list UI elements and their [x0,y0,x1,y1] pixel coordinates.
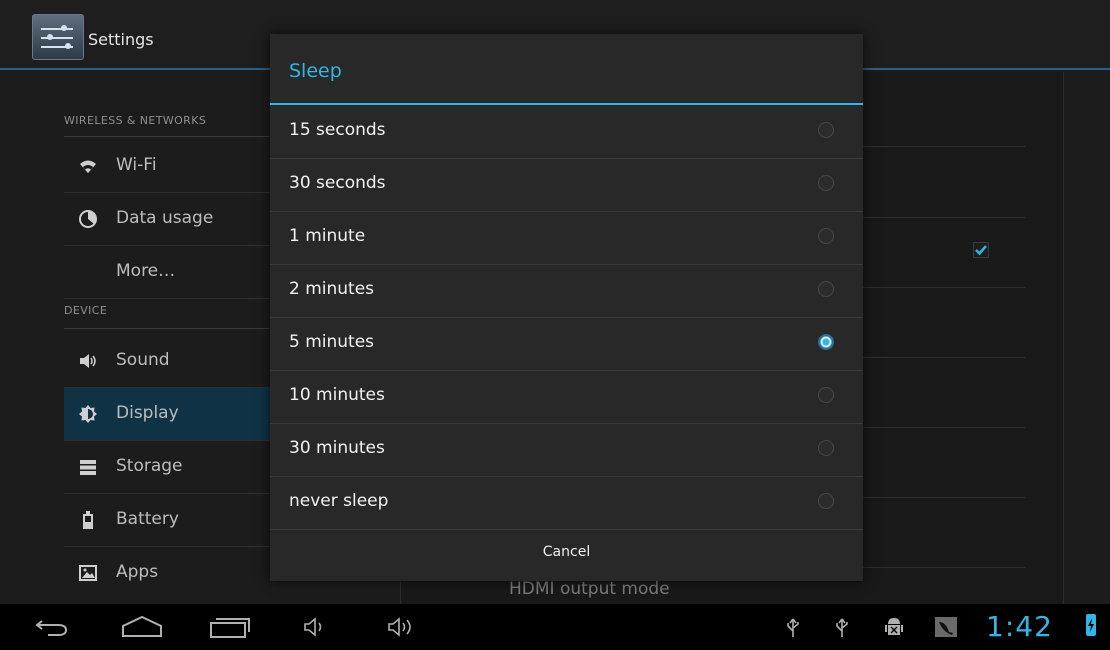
volume-up-icon[interactable] [386,615,422,643]
checkbox-checked[interactable] [973,242,989,258]
home-icon[interactable] [120,614,164,644]
sleep-option-1-minute[interactable]: 1 minute [270,211,863,265]
dialog-title: Sleep [289,60,342,82]
data-usage-icon [78,209,98,229]
option-label: 1 minute [289,226,366,246]
option-label: 5 minutes [289,332,375,352]
radio-button[interactable] [818,281,834,297]
hdmi-output-mode-item[interactable]: HDMI output mode [509,579,670,599]
android-debug-icon [884,615,904,643]
sidebar-item-label: Sound [116,350,170,370]
radio-button[interactable] [818,122,834,138]
sidebar-item-label: Wi-Fi [116,155,157,175]
back-icon[interactable] [34,615,70,643]
recent-apps-icon[interactable] [208,614,252,644]
settings-screen: Settings WIRELESS & NETWORKS Wi-Fi Data … [0,0,1110,650]
sleep-option-15-seconds[interactable]: 15 seconds [270,105,863,159]
app-title: Settings [88,30,154,49]
clock: 1:42 [986,610,1053,643]
radio-button[interactable] [818,228,834,244]
radio-button[interactable] [818,440,834,456]
sidebar-item-label: Apps [116,562,159,582]
sidebar-item-label: More… [116,261,176,281]
sidebar-item-label: Display [116,403,179,423]
option-label: 30 seconds [289,173,386,193]
display-brightness-icon [78,404,98,424]
sleep-option-10-minutes[interactable]: 10 minutes [270,370,863,424]
wifi-icon [78,156,98,176]
system-bar: 1:42 [0,604,1110,650]
sleep-option-30-minutes[interactable]: 30 minutes [270,423,863,477]
battery-icon [78,510,98,530]
sidebar-item-label: Battery [116,509,179,529]
option-label: 15 seconds [289,120,386,140]
sidebar-item-label: Storage [116,456,183,476]
radio-button[interactable] [818,175,834,191]
radio-button[interactable] [818,387,834,403]
option-label: 10 minutes [289,385,385,405]
storage-icon [78,457,98,477]
option-label: never sleep [289,491,389,511]
sidebar-item-label: Data usage [116,208,214,228]
signal-icon [934,616,958,642]
speaker-icon [78,351,98,371]
sleep-option-2-minutes[interactable]: 2 minutes [270,264,863,318]
radio-button-selected[interactable] [818,334,834,350]
sleep-option-5-minutes[interactable]: 5 minutes [270,317,863,371]
sleep-dialog: Sleep 15 seconds 30 seconds 1 minute 2 m… [270,34,863,581]
apps-icon [78,563,98,583]
option-label: 30 minutes [289,438,385,458]
volume-down-icon[interactable] [302,615,332,643]
settings-sliders-icon[interactable] [32,14,84,60]
radio-button[interactable] [818,493,834,509]
usb-icon [785,616,801,642]
cancel-button[interactable]: Cancel [270,530,863,581]
usb-icon [834,616,850,642]
battery-charging-icon [1086,614,1096,636]
option-label: 2 minutes [289,279,375,299]
sleep-option-30-seconds[interactable]: 30 seconds [270,158,863,212]
sleep-option-never-sleep[interactable]: never sleep [270,476,863,530]
